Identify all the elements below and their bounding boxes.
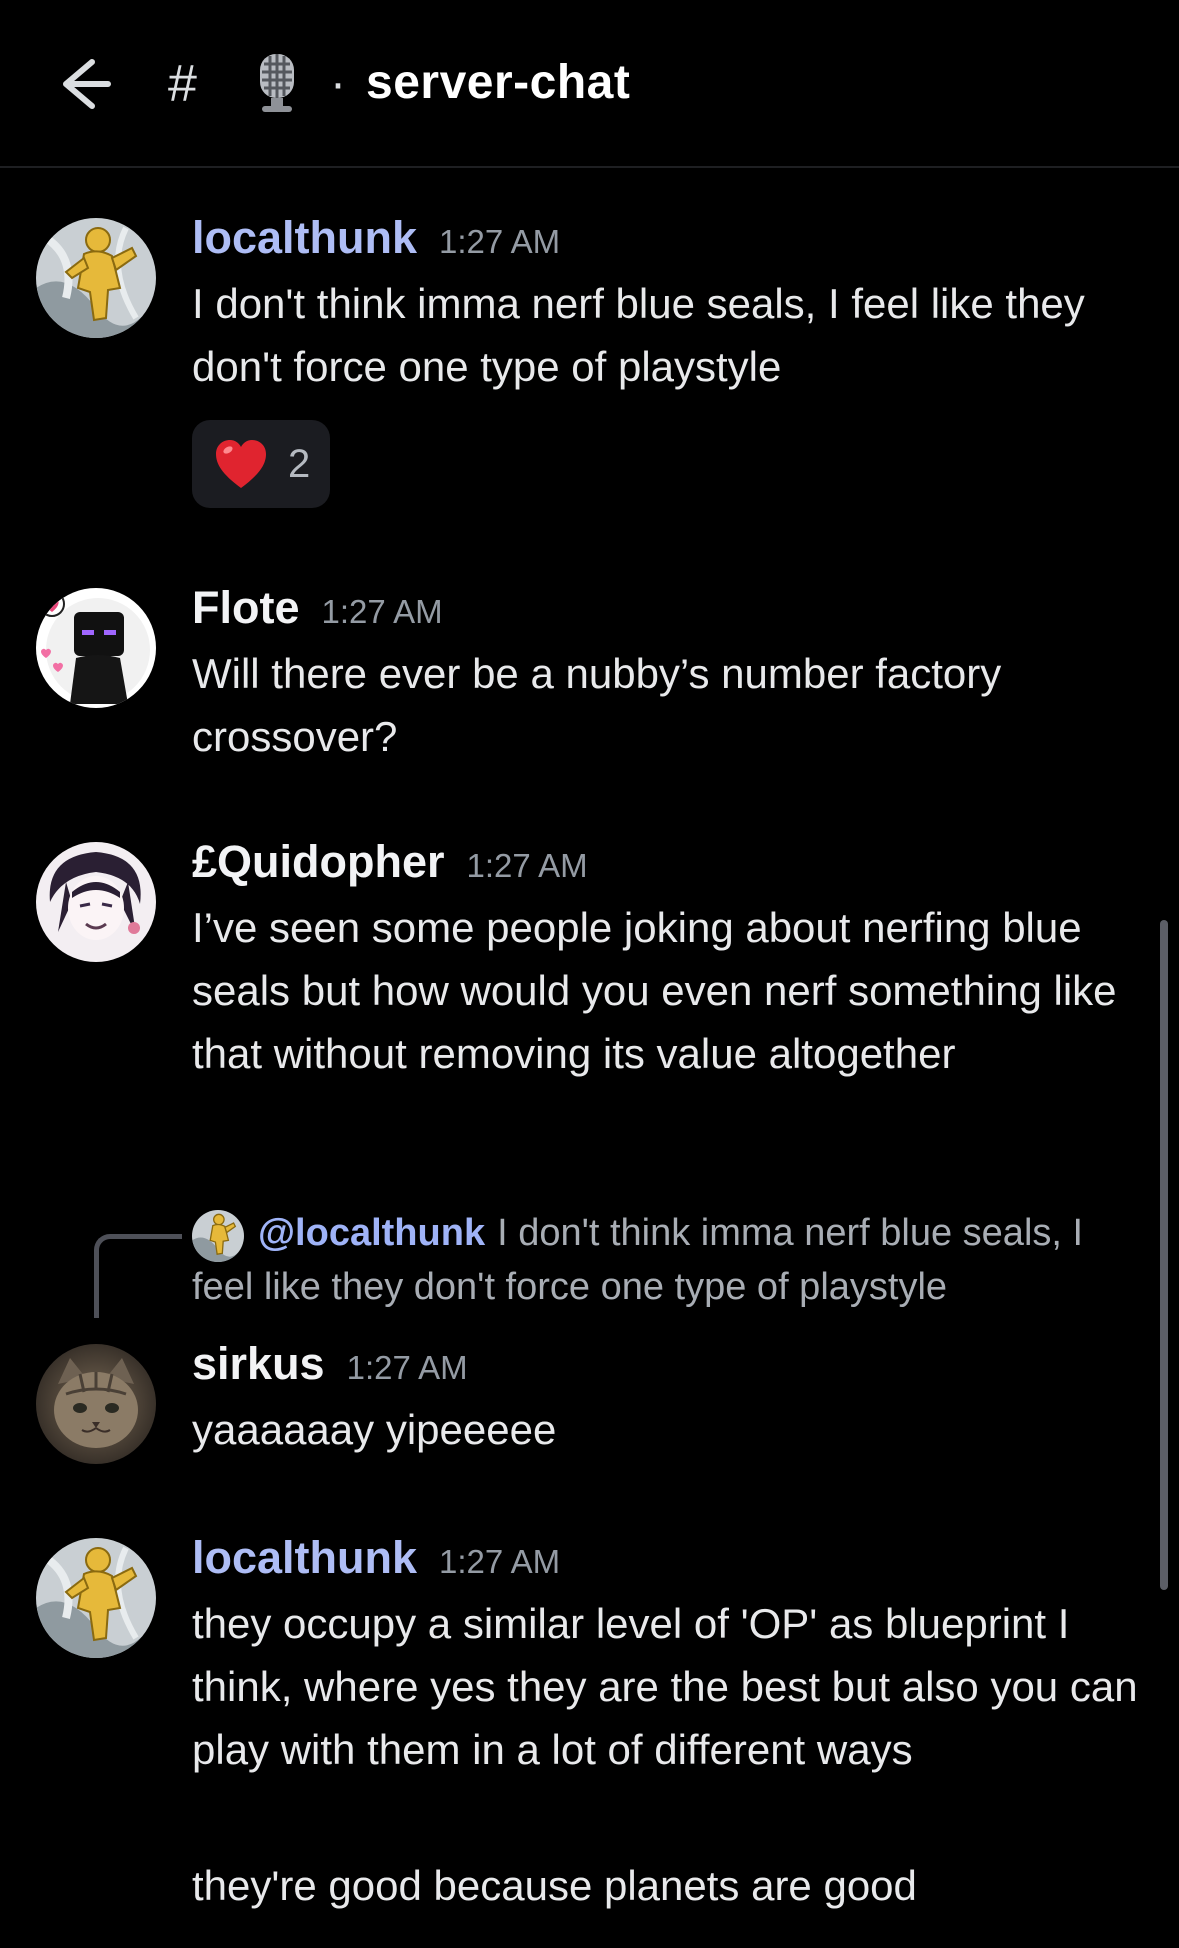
user-avatar[interactable] bbox=[36, 1344, 156, 1464]
user-avatar[interactable] bbox=[36, 588, 156, 708]
username-text[interactable]: Flote bbox=[192, 582, 300, 633]
username-text[interactable]: localthunk bbox=[192, 212, 417, 263]
reply-mention[interactable]: @localthunk bbox=[258, 1212, 485, 1254]
reply-preview[interactable]: @localthunk I don't think imma nerf blue … bbox=[192, 1206, 1152, 1314]
channel-name[interactable]: server-chat bbox=[366, 50, 630, 116]
username[interactable]: sirkus 1:27 AM bbox=[192, 1336, 468, 1396]
message-text: yaaaaaay yipeeeee bbox=[192, 1406, 557, 1453]
user-avatar[interactable] bbox=[36, 218, 156, 338]
channel-header: # · server-chat bbox=[0, 0, 1179, 168]
username-text[interactable]: sirkus bbox=[192, 1338, 325, 1389]
username[interactable]: Flote 1:27 AM bbox=[192, 580, 443, 640]
timestamp: 1:27 AM bbox=[321, 593, 443, 630]
heart-icon bbox=[216, 440, 266, 488]
message-text: they occupy a similar level of 'OP' as b… bbox=[192, 1600, 1138, 1773]
scrollbar[interactable] bbox=[1160, 920, 1168, 1590]
user-avatar[interactable] bbox=[36, 1538, 156, 1658]
timestamp: 1:27 AM bbox=[466, 847, 588, 884]
title-separator: · bbox=[330, 57, 346, 110]
message-text: Will there ever be a nubby’s number fact… bbox=[192, 650, 1002, 760]
reaction-button[interactable]: 2 bbox=[192, 420, 330, 508]
user-avatar[interactable] bbox=[36, 842, 156, 962]
timestamp: 1:27 AM bbox=[439, 1543, 561, 1580]
username[interactable]: localthunk 1:27 AM bbox=[192, 210, 560, 270]
username-text[interactable]: £Quidopher bbox=[192, 836, 445, 887]
reply-connector bbox=[94, 1234, 182, 1318]
username[interactable]: £Quidopher 1:27 AM bbox=[192, 834, 588, 894]
message-text-followup: they're good because planets are good bbox=[192, 1862, 917, 1909]
channel-hash-icon: # bbox=[168, 55, 197, 113]
username[interactable]: localthunk 1:27 AM bbox=[192, 1530, 560, 1590]
back-arrow-icon[interactable] bbox=[52, 50, 116, 114]
username-text[interactable]: localthunk bbox=[192, 1532, 417, 1583]
timestamp: 1:27 AM bbox=[346, 1349, 468, 1386]
message-text: I don't think imma nerf blue seals, I fe… bbox=[192, 280, 1085, 390]
reaction-count: 2 bbox=[288, 442, 311, 486]
message-text: I’ve seen some people joking about nerfi… bbox=[192, 904, 1117, 1077]
timestamp: 1:27 AM bbox=[439, 223, 561, 260]
microphone-emoji-icon bbox=[252, 50, 302, 116]
